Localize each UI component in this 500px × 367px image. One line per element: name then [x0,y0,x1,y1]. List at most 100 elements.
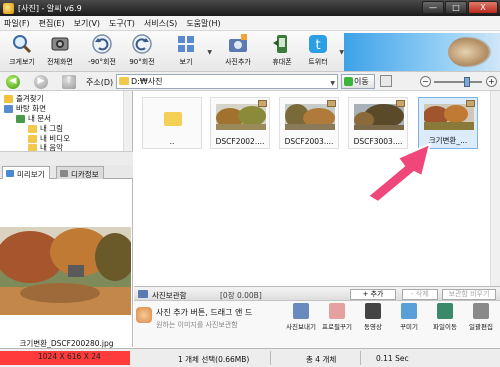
status-total: 총 4 개체 [306,355,337,364]
minimize-button[interactable]: — [422,1,444,14]
move-file-icon [437,303,453,319]
storage-delete-button[interactable]: - 삭제 [402,289,438,300]
zoom-out-button[interactable]: − [420,76,431,87]
tab-camera-info[interactable]: 디카정보 [56,166,104,179]
chevron-down-icon[interactable]: ▼ [207,49,212,56]
banner-image [448,36,492,68]
go-label: 이동 [354,77,369,86]
photo-badge-icon [258,100,267,107]
toolbar-rotate-left-button[interactable]: -90°회전 [82,33,122,71]
up-folder-button[interactable]: ↑ [62,75,76,89]
ad-banner[interactable] [344,33,500,71]
folder-icon [119,77,129,85]
move-file-button[interactable]: 파일이동 [430,303,460,331]
toolbar-twitter-button[interactable]: t 트위터 ▼ [298,33,344,71]
camera-icon [60,170,68,177]
zoom-slider[interactable] [434,81,482,83]
thumbnail-parent-folder[interactable]: .. [142,97,202,149]
zoom-slider-thumb[interactable] [464,77,470,87]
storage-title: 사진보관함 [152,291,187,300]
back-button[interactable]: ◀ [6,75,20,89]
toolbar-view-button[interactable]: 보기 ▼ [166,33,212,71]
close-button[interactable]: X [468,1,498,14]
thumbnail-scrollbar[interactable] [490,91,500,286]
decorate-button[interactable]: 꾸미기 [394,303,424,331]
toolbar-fullscreen-button[interactable]: 전체화면 [40,33,80,71]
preview-tabs: 미리보기 디카정보 [0,165,133,179]
photo-storage-panel: 사진보관함 [0장 0.00B] + 추가 - 삭제 보관함 비우기 사진 추가… [134,286,500,348]
desktop-icon [4,104,13,113]
chevron-down-icon[interactable]: ▼ [330,77,335,90]
toolbar-label: 휴대폰 [272,58,292,66]
magnifier-icon [13,35,32,54]
storage-message: 사진 추가 버튼, 드래그 앤 드 원하는 이미지를 사진보관함 [136,307,284,330]
storage-count: [0장 0.00B] [220,291,262,300]
pictures-icon [28,124,37,133]
star-icon [4,94,13,103]
thumbnail-caption: DSCF2002.... [215,137,265,146]
toolbar-label: -90°회전 [88,58,116,66]
menu-service[interactable]: 서비스(S) [144,18,177,29]
tab-label: 디카정보 [71,170,99,179]
tab-preview[interactable]: 미리보기 [2,166,50,179]
status-selection: 1 개체 선택(0.66MB) [178,355,250,364]
menu-file[interactable]: 파일(F) [4,18,30,29]
rotate-right-icon [132,34,152,54]
app-icon [3,2,14,14]
fullscreen-icon [51,37,69,51]
thumbnail-image [424,104,474,130]
toolbar-label: 90°회전 [129,58,155,66]
address-input[interactable]: D:₩사진 ▼ [116,74,338,89]
thumbnail-image [285,104,335,130]
action-label: 동영상 [364,323,382,331]
phone-icon [273,35,287,53]
toolbar-label: 트위터 [308,58,328,66]
toolbar-label: 크게보기 [9,58,35,66]
toolbar-phone-button[interactable]: 휴대폰 [262,33,302,71]
forward-button[interactable]: ▶ [34,75,48,89]
maximize-button[interactable]: □ [445,1,467,14]
profile-button[interactable]: 프로필꾸기 [322,303,352,331]
storage-clear-button[interactable]: 보관함 비우기 [442,289,496,300]
storage-add-button[interactable]: + 추가 [350,289,396,300]
send-photo-button[interactable]: 사진보내기 [286,303,316,331]
preview-image[interactable] [0,227,131,315]
view-mode-button[interactable] [380,75,392,87]
status-dimensions: 1024 X 616 X 24 [0,351,130,365]
zoom-in-button[interactable]: + [486,76,497,87]
status-separator [270,351,271,365]
menu-edit[interactable]: 편집(E) [39,18,65,29]
documents-icon [16,114,25,123]
status-separator [360,351,361,365]
toolbar-add-photo-button[interactable]: 사진추가 [218,33,258,71]
preview-pane: 크기변환_DSCF200280.jpg [0,179,133,348]
go-arrow-icon [344,77,353,86]
video-icon [365,303,381,319]
video-button[interactable]: 동영상 [358,303,388,331]
svg-text:t: t [315,38,320,53]
toolbar-rotate-right-button[interactable]: 90°회전 [122,33,162,71]
decorate-icon [401,303,417,319]
rotate-left-icon [92,34,112,54]
tab-label: 미리보기 [17,170,45,179]
thumbnail-item[interactable]: DSCF2003.... [279,97,339,149]
menu-help[interactable]: 도움말(H) [186,18,220,29]
tree-scrollbar[interactable] [123,91,132,151]
go-button[interactable]: 이동 [341,74,375,89]
send-photo-icon [293,303,309,319]
view-grid-icon [178,36,194,52]
thumbnail-item[interactable]: DSCF2002.... [210,97,270,149]
action-label: 프로필꾸기 [322,323,352,331]
profile-icon [329,303,345,319]
pane-splitter[interactable] [0,151,133,165]
batch-edit-button[interactable]: 일괄편집 [466,303,496,331]
action-label: 파일이동 [433,323,457,331]
menu-tools[interactable]: 도구(T) [109,18,135,29]
toolbar-label: 사진추가 [225,58,251,66]
photo-badge-icon [466,100,475,107]
toolbar-zoom-button[interactable]: 크게보기 [2,33,42,71]
menu-view[interactable]: 보기(V) [74,18,100,29]
window-controls: — □ X [422,1,498,14]
toolbar-label: 전체화면 [47,58,73,66]
storage-message-line: 사진 추가 버튼, 드래그 앤 드 [156,308,253,317]
